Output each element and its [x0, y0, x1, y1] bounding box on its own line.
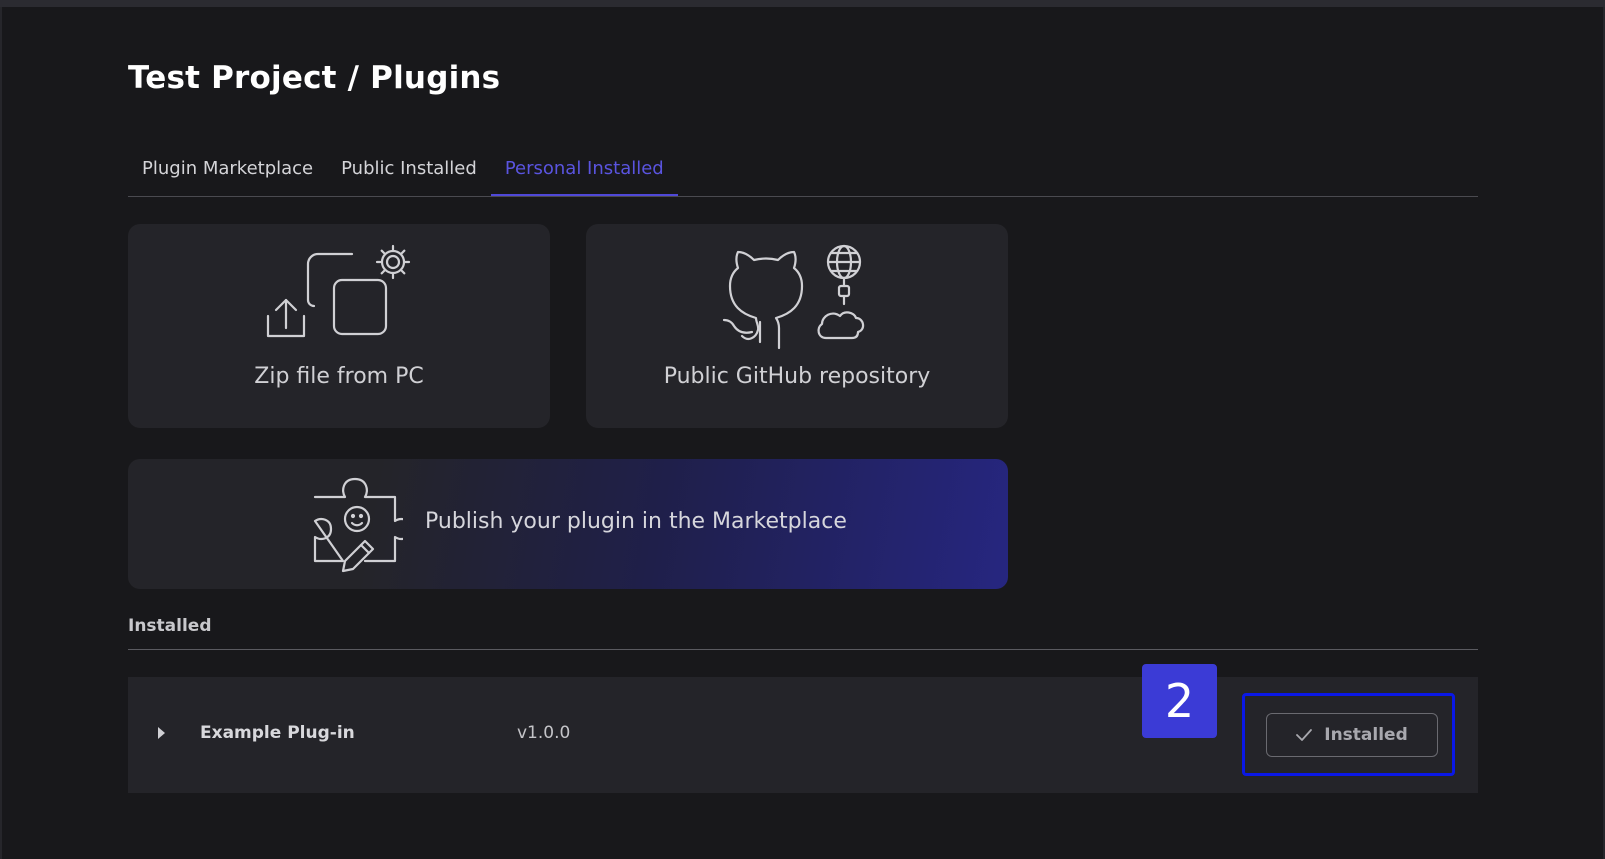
- publish-plugin-banner[interactable]: Publish your plugin in the Marketplace: [128, 459, 1008, 589]
- plugin-row: Example Plug-in v1.0.0 2 Installed: [128, 664, 1478, 793]
- window-left-edge: [0, 7, 2, 859]
- github-card-label: Public GitHub repository: [663, 364, 931, 389]
- github-repository-card[interactable]: Public GitHub repository: [586, 224, 1008, 428]
- tab-bar: Plugin Marketplace Public Installed Pers…: [128, 148, 1478, 197]
- installed-status-button[interactable]: Installed: [1266, 713, 1438, 757]
- tab-personal-installed[interactable]: Personal Installed: [490, 148, 678, 196]
- publish-plugin-label: Publish your plugin in the Marketplace: [425, 509, 847, 534]
- check-icon: [1296, 729, 1313, 741]
- main-content: Test Project / Plugins Plugin Marketplac…: [128, 0, 1478, 859]
- tab-plugin-marketplace[interactable]: Plugin Marketplace: [128, 148, 327, 196]
- upload-zip-icon: [266, 244, 411, 338]
- tab-public-installed[interactable]: Public Installed: [327, 148, 491, 196]
- installed-section-heading: Installed: [128, 616, 1478, 650]
- annotation-marker: 2: [1142, 664, 1217, 738]
- installed-status-label: Installed: [1324, 725, 1408, 745]
- plugin-name: Example Plug-in: [200, 723, 355, 743]
- plugin-version: v1.0.0: [517, 723, 571, 743]
- zip-file-card[interactable]: Zip file from PC: [128, 224, 550, 428]
- page-title: Test Project / Plugins: [128, 60, 501, 96]
- zip-file-card-label: Zip file from PC: [254, 364, 424, 389]
- expand-caret-icon[interactable]: [158, 727, 165, 739]
- puzzle-piece-icon: [313, 477, 403, 573]
- github-icon: [722, 244, 865, 350]
